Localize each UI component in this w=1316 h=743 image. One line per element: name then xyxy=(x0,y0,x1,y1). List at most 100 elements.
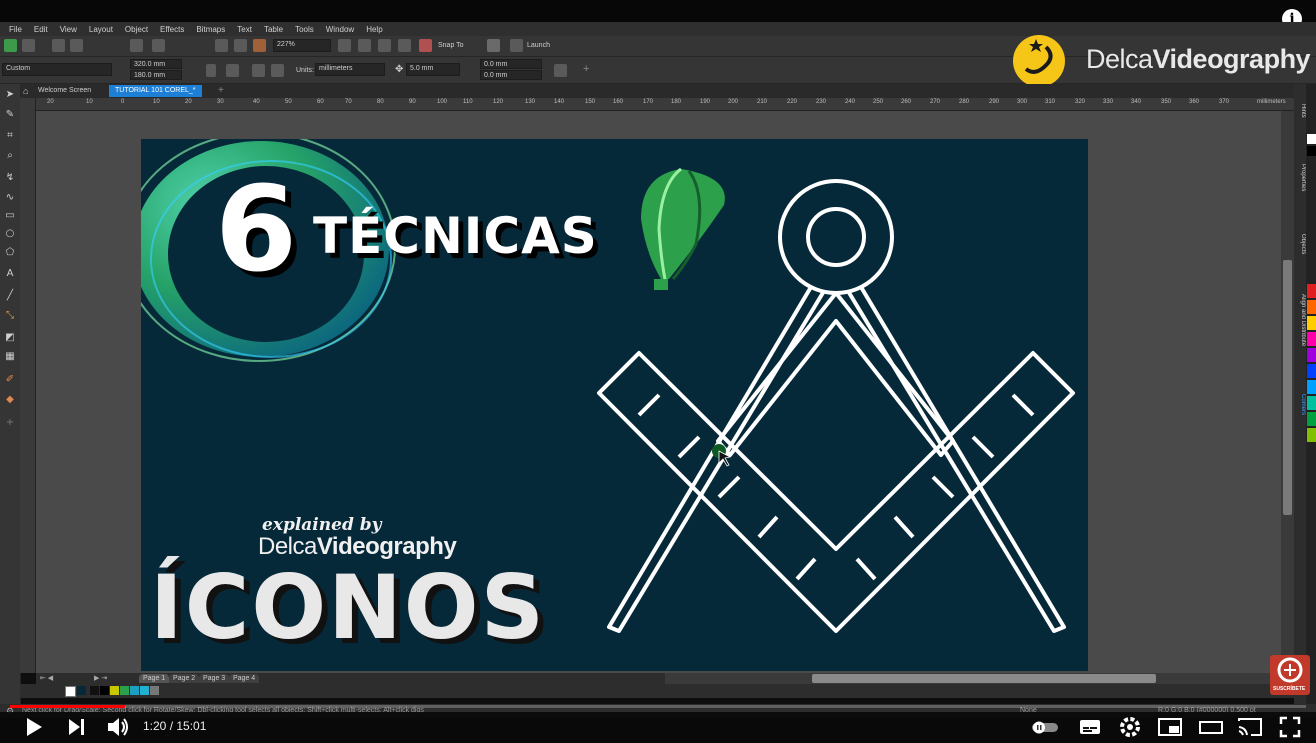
show-guides-icon[interactable] xyxy=(398,39,411,52)
menu-object[interactable]: Object xyxy=(122,25,151,34)
options-gear-icon[interactable] xyxy=(487,39,500,52)
horizontal-ruler[interactable]: 20 10 0 10 20 30 40 50 60 70 80 90 100 1… xyxy=(35,98,1294,111)
zoom-level-field[interactable]: 227% xyxy=(273,39,331,52)
menu-window[interactable]: Window xyxy=(323,25,357,34)
open-icon[interactable] xyxy=(22,39,35,52)
palette-swatch[interactable] xyxy=(1307,364,1316,378)
menu-help[interactable]: Help xyxy=(363,25,385,34)
polygon-tool-icon[interactable]: ⬠ xyxy=(4,247,16,259)
dimension-tool-icon[interactable]: ╱ xyxy=(4,290,16,302)
page-tab[interactable]: Page 3 xyxy=(199,674,230,683)
menu-effects[interactable]: Effects xyxy=(157,25,187,34)
freehand-tool-icon[interactable]: ↯ xyxy=(4,172,16,184)
subscribe-badge[interactable]: SUSCRÍBETE xyxy=(1270,655,1310,695)
play-icon[interactable] xyxy=(24,715,44,739)
menu-file[interactable]: File xyxy=(6,25,25,34)
nudge-distance-field[interactable]: 5.0 mm xyxy=(406,63,460,76)
vertical-ruler[interactable] xyxy=(20,98,36,673)
page-width-field[interactable]: 320.0 mm xyxy=(130,59,182,69)
add-icon[interactable]: + xyxy=(583,63,589,75)
palette-swatch[interactable] xyxy=(1307,428,1316,442)
tab-welcome-screen[interactable]: Welcome Screen xyxy=(32,85,97,97)
menu-view[interactable]: View xyxy=(57,25,80,34)
palette-swatch[interactable] xyxy=(1307,284,1316,298)
connector-tool-icon[interactable]: ⤡ xyxy=(4,310,16,322)
swatch[interactable] xyxy=(77,686,86,695)
add-tool-icon[interactable]: + xyxy=(4,417,16,429)
bleed-icon[interactable] xyxy=(554,64,567,77)
menu-tools[interactable]: Tools xyxy=(292,25,317,34)
menu-bitmaps[interactable]: Bitmaps xyxy=(193,25,228,34)
export-icon[interactable] xyxy=(234,39,247,52)
duplicate-y-field[interactable]: 0.0 mm xyxy=(480,70,542,80)
captions-icon[interactable] xyxy=(1078,715,1102,739)
page-tab[interactable]: Page 2 xyxy=(169,674,200,683)
show-grid-icon[interactable] xyxy=(378,39,391,52)
swatch[interactable] xyxy=(100,686,109,695)
palette-swatch[interactable] xyxy=(1307,146,1316,156)
docker-corners[interactable]: Comers xyxy=(1294,394,1306,415)
save-icon[interactable] xyxy=(52,39,65,52)
cast-icon[interactable] xyxy=(1237,715,1263,739)
crop-tool-icon[interactable]: ⌗ xyxy=(4,130,16,142)
home-icon[interactable]: ⌂ xyxy=(23,86,28,96)
palette-swatch[interactable] xyxy=(1307,348,1316,362)
units-dropdown[interactable]: millimeters xyxy=(315,63,385,76)
theater-mode-icon[interactable] xyxy=(1198,715,1224,739)
undo-icon[interactable] xyxy=(152,39,165,52)
shadow-tool-icon[interactable]: ◩ xyxy=(4,332,16,344)
zoom-tool-icon[interactable]: ⌕ xyxy=(4,150,16,162)
page-height-field[interactable]: 180.0 mm xyxy=(130,70,182,80)
print-icon[interactable] xyxy=(70,39,83,52)
swatch-none[interactable] xyxy=(65,686,76,697)
transparency-tool-icon[interactable]: ▦ xyxy=(4,351,16,363)
portrait-icon[interactable] xyxy=(206,64,216,77)
new-tab-icon[interactable]: + xyxy=(218,85,224,96)
full-screen-icon[interactable] xyxy=(338,39,351,52)
page-nav-last-icon[interactable]: ▶ ⇥ xyxy=(94,674,107,682)
palette-swatch[interactable] xyxy=(1307,134,1316,144)
shape-tool-icon[interactable]: ✎ xyxy=(4,109,16,121)
duplicate-x-field[interactable]: 0.0 mm xyxy=(480,59,542,69)
launch-dropdown[interactable]: Launch xyxy=(527,42,550,49)
swatch[interactable] xyxy=(150,686,159,695)
autoplay-toggle-icon[interactable] xyxy=(1030,715,1060,739)
progress-bar[interactable] xyxy=(10,705,1306,708)
snap-to-dropdown[interactable]: Snap To xyxy=(438,42,464,49)
next-icon[interactable] xyxy=(66,715,88,739)
current-page-icon[interactable] xyxy=(271,64,284,77)
new-document-icon[interactable] xyxy=(4,39,17,52)
menu-edit[interactable]: Edit xyxy=(31,25,51,34)
palette-swatch[interactable] xyxy=(1307,396,1316,410)
all-pages-icon[interactable] xyxy=(252,64,265,77)
pick-tool-icon[interactable]: ➤ xyxy=(4,89,16,101)
horizontal-scroll-thumb[interactable] xyxy=(812,674,1156,683)
miniplayer-icon[interactable] xyxy=(1157,715,1183,739)
docker-hints[interactable]: Hints xyxy=(1294,104,1306,118)
palette-swatch[interactable] xyxy=(1307,380,1316,394)
palette-swatch[interactable] xyxy=(1307,316,1316,330)
swatch[interactable] xyxy=(110,686,119,695)
menu-layout[interactable]: Layout xyxy=(86,25,116,34)
settings-gear-icon[interactable] xyxy=(1118,715,1142,739)
page-tab[interactable]: Page 4 xyxy=(229,674,260,683)
snap-icon[interactable] xyxy=(419,39,432,52)
fill-tool-icon[interactable]: ◆ xyxy=(4,394,16,406)
docker-align-distribute[interactable]: Align and Distribute xyxy=(1294,294,1306,346)
menu-table[interactable]: Table xyxy=(261,25,286,34)
palette-swatch[interactable] xyxy=(1307,300,1316,314)
menu-text[interactable]: Text xyxy=(234,25,255,34)
docker-properties[interactable]: Properties xyxy=(1294,164,1306,191)
rectangle-tool-icon[interactable]: ▭ xyxy=(4,210,16,222)
volume-icon[interactable] xyxy=(106,715,132,739)
vertical-scroll-thumb[interactable] xyxy=(1283,260,1292,515)
eyedropper-tool-icon[interactable]: ✐ xyxy=(4,374,16,386)
palette-swatch[interactable] xyxy=(1307,332,1316,346)
show-rulers-icon[interactable] xyxy=(358,39,371,52)
docker-objects[interactable]: Objects xyxy=(1294,234,1306,254)
swatch[interactable] xyxy=(130,686,139,695)
publish-pdf-icon[interactable] xyxy=(253,39,266,52)
page-size-preset[interactable]: Custom xyxy=(2,63,112,76)
artistic-media-icon[interactable]: ∿ xyxy=(4,192,16,204)
palette-swatch[interactable] xyxy=(1307,412,1316,426)
